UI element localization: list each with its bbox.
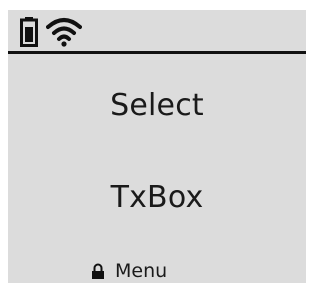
device-screen: Select TxBox Menu (8, 10, 306, 283)
menu-hint[interactable]: Menu (8, 259, 306, 283)
battery-icon (20, 17, 38, 47)
status-divider (8, 51, 306, 54)
status-bar (8, 10, 306, 51)
wifi-icon (46, 15, 82, 47)
lock-icon (91, 263, 105, 279)
menu-hint-label: Menu (115, 260, 168, 282)
menu-line-select: Select (110, 88, 204, 123)
menu-line-device: TxBox (110, 180, 204, 215)
